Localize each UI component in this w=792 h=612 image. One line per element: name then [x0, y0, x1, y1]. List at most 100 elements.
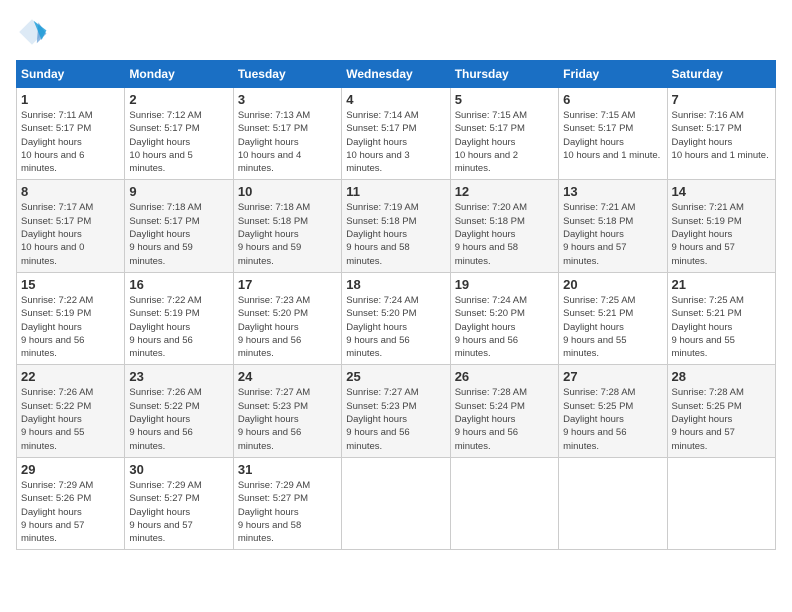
calendar-cell: 25 Sunrise: 7:27 AM Sunset: 5:23 PM Dayl… [342, 365, 450, 457]
calendar-cell: 6 Sunrise: 7:15 AM Sunset: 5:17 PM Dayli… [559, 88, 667, 180]
calendar-cell [667, 457, 775, 549]
calendar-week: 22 Sunrise: 7:26 AM Sunset: 5:22 PM Dayl… [17, 365, 776, 457]
day-header: Sunday [17, 61, 125, 88]
day-info: Sunrise: 7:12 AM Sunset: 5:17 PM Dayligh… [129, 109, 228, 175]
day-info: Sunrise: 7:19 AM Sunset: 5:18 PM Dayligh… [346, 201, 445, 267]
calendar-cell: 1 Sunrise: 7:11 AM Sunset: 5:17 PM Dayli… [17, 88, 125, 180]
calendar-cell: 16 Sunrise: 7:22 AM Sunset: 5:19 PM Dayl… [125, 272, 233, 364]
day-number: 17 [238, 277, 337, 292]
day-info: Sunrise: 7:16 AM Sunset: 5:17 PM Dayligh… [672, 109, 771, 162]
day-info: Sunrise: 7:28 AM Sunset: 5:25 PM Dayligh… [672, 386, 771, 452]
day-number: 3 [238, 92, 337, 107]
day-number: 25 [346, 369, 445, 384]
day-info: Sunrise: 7:24 AM Sunset: 5:20 PM Dayligh… [346, 294, 445, 360]
calendar-cell: 7 Sunrise: 7:16 AM Sunset: 5:17 PM Dayli… [667, 88, 775, 180]
calendar-table: SundayMondayTuesdayWednesdayThursdayFrid… [16, 60, 776, 550]
day-header: Saturday [667, 61, 775, 88]
day-number: 19 [455, 277, 554, 292]
day-number: 4 [346, 92, 445, 107]
calendar-cell: 5 Sunrise: 7:15 AM Sunset: 5:17 PM Dayli… [450, 88, 558, 180]
day-number: 16 [129, 277, 228, 292]
calendar-cell [450, 457, 558, 549]
day-info: Sunrise: 7:28 AM Sunset: 5:24 PM Dayligh… [455, 386, 554, 452]
day-info: Sunrise: 7:23 AM Sunset: 5:20 PM Dayligh… [238, 294, 337, 360]
calendar-cell: 12 Sunrise: 7:20 AM Sunset: 5:18 PM Dayl… [450, 180, 558, 272]
calendar-cell: 19 Sunrise: 7:24 AM Sunset: 5:20 PM Dayl… [450, 272, 558, 364]
day-header: Tuesday [233, 61, 341, 88]
day-number: 2 [129, 92, 228, 107]
calendar-header: SundayMondayTuesdayWednesdayThursdayFrid… [17, 61, 776, 88]
day-number: 13 [563, 184, 662, 199]
calendar-cell: 8 Sunrise: 7:17 AM Sunset: 5:17 PM Dayli… [17, 180, 125, 272]
day-info: Sunrise: 7:26 AM Sunset: 5:22 PM Dayligh… [129, 386, 228, 452]
logo-icon [16, 16, 48, 48]
day-info: Sunrise: 7:20 AM Sunset: 5:18 PM Dayligh… [455, 201, 554, 267]
calendar-cell: 30 Sunrise: 7:29 AM Sunset: 5:27 PM Dayl… [125, 457, 233, 549]
calendar-cell: 27 Sunrise: 7:28 AM Sunset: 5:25 PM Dayl… [559, 365, 667, 457]
day-info: Sunrise: 7:27 AM Sunset: 5:23 PM Dayligh… [346, 386, 445, 452]
day-number: 26 [455, 369, 554, 384]
day-info: Sunrise: 7:25 AM Sunset: 5:21 PM Dayligh… [672, 294, 771, 360]
day-info: Sunrise: 7:17 AM Sunset: 5:17 PM Dayligh… [21, 201, 120, 267]
day-header: Thursday [450, 61, 558, 88]
calendar-cell: 20 Sunrise: 7:25 AM Sunset: 5:21 PM Dayl… [559, 272, 667, 364]
day-header: Wednesday [342, 61, 450, 88]
day-number: 1 [21, 92, 120, 107]
day-number: 12 [455, 184, 554, 199]
calendar-cell: 29 Sunrise: 7:29 AM Sunset: 5:26 PM Dayl… [17, 457, 125, 549]
day-number: 14 [672, 184, 771, 199]
day-number: 6 [563, 92, 662, 107]
day-number: 11 [346, 184, 445, 199]
calendar-cell: 18 Sunrise: 7:24 AM Sunset: 5:20 PM Dayl… [342, 272, 450, 364]
day-number: 28 [672, 369, 771, 384]
calendar-cell [342, 457, 450, 549]
day-number: 5 [455, 92, 554, 107]
day-number: 18 [346, 277, 445, 292]
calendar-cell [559, 457, 667, 549]
calendar-cell: 21 Sunrise: 7:25 AM Sunset: 5:21 PM Dayl… [667, 272, 775, 364]
day-info: Sunrise: 7:15 AM Sunset: 5:17 PM Dayligh… [563, 109, 662, 162]
calendar-cell: 2 Sunrise: 7:12 AM Sunset: 5:17 PM Dayli… [125, 88, 233, 180]
day-info: Sunrise: 7:11 AM Sunset: 5:17 PM Dayligh… [21, 109, 120, 175]
day-number: 10 [238, 184, 337, 199]
day-info: Sunrise: 7:22 AM Sunset: 5:19 PM Dayligh… [129, 294, 228, 360]
day-number: 7 [672, 92, 771, 107]
day-info: Sunrise: 7:28 AM Sunset: 5:25 PM Dayligh… [563, 386, 662, 452]
day-info: Sunrise: 7:18 AM Sunset: 5:18 PM Dayligh… [238, 201, 337, 267]
day-number: 20 [563, 277, 662, 292]
page-header [16, 16, 776, 48]
logo [16, 16, 52, 48]
calendar-cell: 24 Sunrise: 7:27 AM Sunset: 5:23 PM Dayl… [233, 365, 341, 457]
calendar-cell: 26 Sunrise: 7:28 AM Sunset: 5:24 PM Dayl… [450, 365, 558, 457]
day-info: Sunrise: 7:13 AM Sunset: 5:17 PM Dayligh… [238, 109, 337, 175]
calendar-week: 29 Sunrise: 7:29 AM Sunset: 5:26 PM Dayl… [17, 457, 776, 549]
calendar-cell: 15 Sunrise: 7:22 AM Sunset: 5:19 PM Dayl… [17, 272, 125, 364]
day-header: Friday [559, 61, 667, 88]
day-info: Sunrise: 7:24 AM Sunset: 5:20 PM Dayligh… [455, 294, 554, 360]
day-number: 15 [21, 277, 120, 292]
calendar-cell: 28 Sunrise: 7:28 AM Sunset: 5:25 PM Dayl… [667, 365, 775, 457]
day-number: 27 [563, 369, 662, 384]
day-info: Sunrise: 7:26 AM Sunset: 5:22 PM Dayligh… [21, 386, 120, 452]
calendar-cell: 9 Sunrise: 7:18 AM Sunset: 5:17 PM Dayli… [125, 180, 233, 272]
day-number: 30 [129, 462, 228, 477]
day-header: Monday [125, 61, 233, 88]
calendar-cell: 13 Sunrise: 7:21 AM Sunset: 5:18 PM Dayl… [559, 180, 667, 272]
calendar-cell: 11 Sunrise: 7:19 AM Sunset: 5:18 PM Dayl… [342, 180, 450, 272]
day-number: 9 [129, 184, 228, 199]
calendar-cell: 3 Sunrise: 7:13 AM Sunset: 5:17 PM Dayli… [233, 88, 341, 180]
day-info: Sunrise: 7:27 AM Sunset: 5:23 PM Dayligh… [238, 386, 337, 452]
calendar-week: 1 Sunrise: 7:11 AM Sunset: 5:17 PM Dayli… [17, 88, 776, 180]
day-info: Sunrise: 7:21 AM Sunset: 5:19 PM Dayligh… [672, 201, 771, 267]
day-info: Sunrise: 7:21 AM Sunset: 5:18 PM Dayligh… [563, 201, 662, 267]
day-number: 21 [672, 277, 771, 292]
day-number: 29 [21, 462, 120, 477]
day-number: 8 [21, 184, 120, 199]
day-number: 22 [21, 369, 120, 384]
day-number: 23 [129, 369, 228, 384]
calendar-body: 1 Sunrise: 7:11 AM Sunset: 5:17 PM Dayli… [17, 88, 776, 550]
day-info: Sunrise: 7:18 AM Sunset: 5:17 PM Dayligh… [129, 201, 228, 267]
day-info: Sunrise: 7:15 AM Sunset: 5:17 PM Dayligh… [455, 109, 554, 175]
calendar-cell: 22 Sunrise: 7:26 AM Sunset: 5:22 PM Dayl… [17, 365, 125, 457]
calendar-cell: 17 Sunrise: 7:23 AM Sunset: 5:20 PM Dayl… [233, 272, 341, 364]
